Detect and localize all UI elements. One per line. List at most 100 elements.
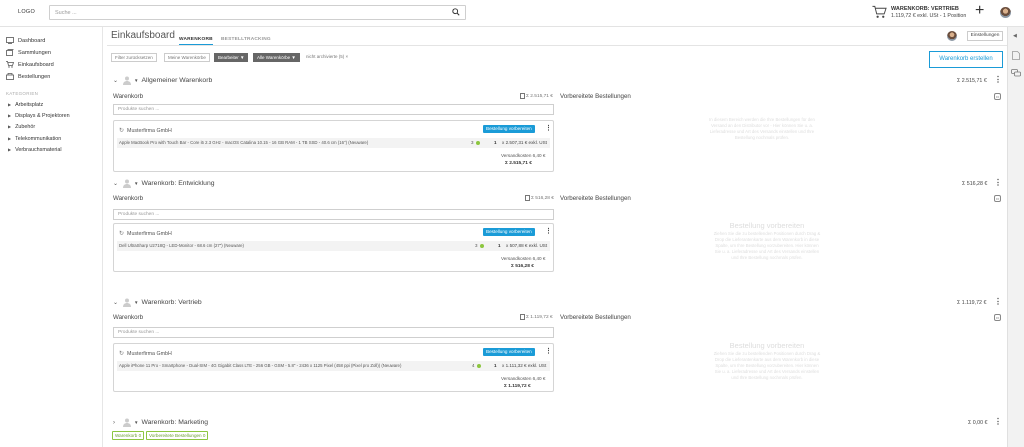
sync-icon[interactable]: ↻	[119, 350, 124, 357]
all-baskets-filter-dropdown[interactable]: Alle Warenkörbe ▼	[253, 53, 300, 62]
prepared-orders-label: Vorbereitete Bestellungen	[560, 314, 631, 321]
category-label: Telekommunikation	[15, 136, 62, 142]
more-options-icon[interactable]: ⋮	[994, 298, 1002, 306]
sidebar-item-einkaufsboard[interactable]: Einkaufsboard	[6, 61, 54, 68]
settings-button[interactable]: Einstellungen	[967, 31, 1003, 41]
more-options-icon[interactable]: ⋮	[994, 179, 1002, 187]
sidebar-item-sammlungen[interactable]: Sammlungen	[6, 49, 51, 56]
sidebar-item-bestellungen[interactable]: Bestellungen	[6, 73, 50, 80]
category-item[interactable]: ▶ Zubehör	[8, 124, 35, 130]
chevron-down-icon[interactable]: ⌄	[113, 299, 120, 306]
box-icon	[520, 314, 525, 320]
prepare-order-button[interactable]: Bestellung vorbereiten	[483, 348, 535, 356]
chevron-right-icon[interactable]: ›	[113, 420, 120, 426]
item-price: x 1.111,32 € exkl. USt	[502, 363, 547, 368]
order-item-row[interactable]: Dell UltraSharp U2718Q - LED-Monitor - 6…	[117, 241, 550, 251]
basket-header[interactable]: ⌄ ▼ Warenkorb: Vertrieb	[113, 298, 202, 307]
chat-icon[interactable]	[1011, 69, 1021, 77]
quantity-stepper[interactable]: 1	[494, 363, 497, 368]
create-basket-button[interactable]: Warenkorb erstellen	[929, 51, 1003, 68]
basket-column-total: Σ 1.119,72 €	[520, 314, 553, 320]
category-item[interactable]: ▶ Displays & Projektoren	[8, 113, 70, 119]
basket-total: Σ 516,28 €	[962, 181, 988, 187]
basket-name: Warenkorb: Vertrieb	[141, 299, 202, 306]
supplier-card[interactable]: ↻ Musterfirma GmbH Bestellung vorbereiten…	[113, 343, 554, 392]
sync-icon[interactable]: ↻	[119, 230, 124, 237]
product-search-input[interactable]: Produkte suchen ...	[113, 327, 554, 338]
prepared-orders-toggle-icon[interactable]: ▭	[994, 314, 1001, 321]
more-options-icon[interactable]: ⋮	[545, 124, 552, 132]
basket-column-label: Warenkorb	[113, 93, 144, 100]
avatar[interactable]	[947, 31, 957, 41]
more-options-icon[interactable]: ⋮	[994, 418, 1002, 426]
product-search-input[interactable]: Produkte suchen ...	[113, 209, 554, 220]
product-search-input[interactable]: Produkte suchen ...	[113, 104, 554, 115]
caret-down-icon[interactable]: ▼	[134, 181, 138, 186]
basket-column-label: Warenkorb	[113, 195, 144, 202]
chevron-down-icon[interactable]: ⌄	[113, 77, 120, 84]
basket-header[interactable]: ⌄ ▼ Warenkorb: Entwicklung	[113, 179, 215, 188]
my-baskets-filter[interactable]: Meine Warenkörbe	[164, 53, 210, 62]
prepared-orders-toggle-icon[interactable]: ▭	[994, 195, 1001, 202]
sync-icon[interactable]: ↻	[119, 127, 124, 134]
supplier-row: ↻ Musterfirma GmbH	[119, 230, 172, 238]
plus-icon[interactable]: +	[975, 3, 984, 19]
category-item[interactable]: ▶ Telekommunikation	[8, 136, 61, 142]
basket-count-badge[interactable]: Warenkorb 0	[112, 431, 145, 440]
sidebar-item-dashboard[interactable]: Dashboard	[6, 37, 45, 44]
prepared-orders-label: Vorbereitete Bestellungen	[560, 195, 631, 202]
editor-filter-dropdown[interactable]: Bearbeiter ▼	[214, 53, 249, 62]
basket-header[interactable]: › ▼ Warenkorb: Marketing	[113, 418, 208, 427]
shipping-costs: Versandkosten 6,40 €	[501, 153, 546, 158]
search-icon[interactable]	[452, 8, 460, 16]
caret-down-icon[interactable]: ▼	[134, 300, 138, 305]
supplier-card[interactable]: ↻ Musterfirma GmbH Bestellung vorbereiten…	[113, 120, 554, 172]
prepare-order-button[interactable]: Bestellung vorbereiten	[483, 125, 535, 133]
prepared-orders-toggle-icon[interactable]: ▭	[994, 93, 1001, 100]
basket-column-total-value: Σ 1.119,72 €	[526, 314, 553, 320]
prepared-count-badge[interactable]: Vorbereitete Bestellungen 0	[146, 431, 209, 440]
basket-column-label: Warenkorb	[113, 314, 144, 321]
document-icon[interactable]	[1012, 51, 1020, 60]
logo[interactable]: LOGO	[18, 9, 35, 15]
caret-down-icon[interactable]: ▼	[134, 420, 138, 425]
quantity-stepper[interactable]: 1	[494, 140, 497, 145]
item-price: x 2.507,31 € exkl. USt	[502, 140, 547, 145]
prepare-order-button[interactable]: Bestellung vorbereiten	[483, 228, 535, 236]
category-heading: KATEGORIEN	[6, 91, 39, 96]
shipping-costs: Versandkosten 6,40 €	[501, 376, 546, 381]
supplier-card[interactable]: ↻ Musterfirma GmbH Bestellung vorbereiten…	[113, 223, 554, 272]
current-cart-title[interactable]: WARENKORB: VERTRIEB	[891, 6, 959, 12]
top-bar: LOGO Suche ... WARENKORB: VERTRIEB 1.119…	[0, 0, 1024, 27]
tab-warenkorb[interactable]: WARENKORB	[179, 37, 213, 45]
more-options-icon[interactable]: ⋮	[545, 227, 552, 235]
stock-indicator: 4	[472, 363, 481, 368]
archive-filter-chip[interactable]: nicht archivierte (5) ×	[303, 53, 352, 62]
category-item[interactable]: ▶ Arbeitsplatz	[8, 102, 43, 108]
quantity-stepper[interactable]: 1	[498, 243, 501, 248]
stock-count: 3	[471, 140, 474, 145]
item-price: x 507,88 € exkl. USt	[506, 243, 548, 248]
box-icon	[520, 93, 525, 99]
reset-filter-button[interactable]: Filter zurücksetzen	[111, 53, 157, 62]
page-title: Einkaufsboard	[111, 30, 175, 41]
basket-header[interactable]: ⌄ ▼ Allgemeiner Warenkorb	[113, 76, 212, 85]
caret-right-icon: ▶	[8, 124, 12, 129]
supplier-row: ↻ Musterfirma GmbH	[119, 350, 172, 358]
more-options-icon[interactable]: ⋮	[994, 76, 1002, 84]
more-options-icon[interactable]: ⋮	[545, 347, 552, 355]
avatar[interactable]	[1000, 7, 1011, 18]
chevron-down-icon[interactable]: ⌄	[113, 180, 120, 187]
category-item[interactable]: ▶ Verbrauchsmaterial	[8, 147, 62, 153]
order-item-row[interactable]: Apple MacBook Pro with Touch Bar - Core …	[117, 138, 550, 148]
basket-column-total: Σ 2.515,71 €	[520, 93, 553, 99]
collapse-left-icon[interactable]: ◀	[1013, 33, 1017, 39]
caret-down-icon[interactable]: ▼	[134, 78, 138, 83]
product-name: Apple MacBook Pro with Touch Bar - Core …	[119, 140, 369, 145]
cart-icon[interactable]	[872, 5, 887, 19]
tab-bestelltracking[interactable]: BESTELLTRACKING	[221, 37, 271, 42]
basket-column-total: Σ 516,28 €	[525, 195, 554, 201]
stock-indicator: 3	[475, 243, 484, 248]
search-input[interactable]: Suche ...	[49, 5, 466, 20]
order-item-row[interactable]: Apple iPhone 11 Pro - Smartphone - Dual-…	[117, 361, 550, 371]
